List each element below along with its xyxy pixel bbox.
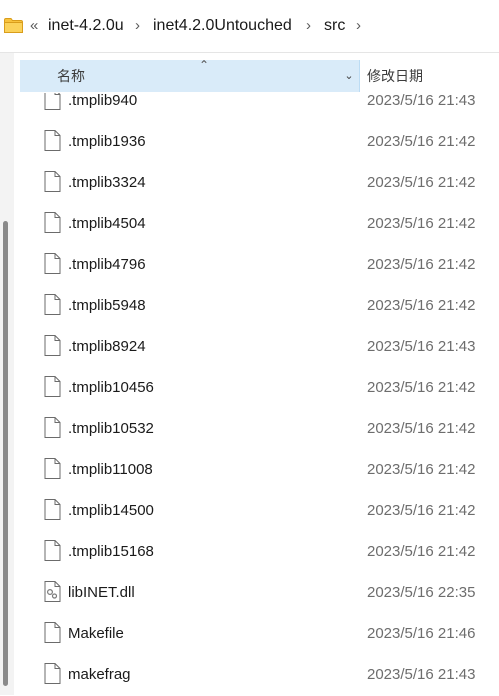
file-row[interactable]: .tmplib4796 2023/5/16 21:42 bbox=[20, 245, 499, 286]
file-date-modified: 2023/5/16 21:42 bbox=[367, 133, 476, 150]
column-header-name-label: 名称 bbox=[57, 68, 85, 84]
file-date-modified: 2023/5/16 21:42 bbox=[367, 297, 476, 314]
file-name: .tmplib8924 bbox=[68, 338, 146, 355]
file-row[interactable]: libINET.dll 2023/5/16 22:35 bbox=[20, 573, 499, 614]
file-date-modified: 2023/5/16 21:42 bbox=[367, 256, 476, 273]
file-date-modified: 2023/5/16 21:43 bbox=[367, 92, 476, 109]
file-icon bbox=[44, 417, 61, 438]
file-name: makefrag bbox=[68, 666, 131, 683]
chevron-down-icon[interactable]: ⌄ bbox=[341, 69, 357, 83]
address-bar-divider bbox=[0, 52, 499, 53]
file-icon bbox=[44, 499, 61, 520]
file-icon bbox=[44, 253, 61, 274]
file-name: .tmplib10456 bbox=[68, 379, 154, 396]
file-row[interactable]: .tmplib8924 2023/5/16 21:43 bbox=[20, 327, 499, 368]
file-date-modified: 2023/5/16 21:42 bbox=[367, 215, 476, 232]
column-header-name[interactable]: 名称 ⌃ ⌄ bbox=[20, 58, 360, 92]
file-row[interactable]: .tmplib10532 2023/5/16 21:42 bbox=[20, 409, 499, 450]
file-icon bbox=[44, 212, 61, 233]
file-row[interactable]: Makefile 2023/5/16 21:46 bbox=[20, 614, 499, 655]
breadcrumb-separator[interactable]: › bbox=[135, 15, 140, 37]
file-name: libINET.dll bbox=[68, 584, 135, 601]
folder-icon bbox=[4, 18, 23, 33]
file-icon bbox=[44, 458, 61, 479]
breadcrumb-item-inet[interactable]: inet-4.2.0u bbox=[48, 15, 124, 37]
file-row[interactable]: .tmplib3324 2023/5/16 21:42 bbox=[20, 163, 499, 204]
file-name: .tmplib1936 bbox=[68, 133, 146, 150]
file-name: .tmplib4796 bbox=[68, 256, 146, 273]
breadcrumb-item-src[interactable]: src bbox=[324, 15, 345, 37]
breadcrumb-separator[interactable]: › bbox=[306, 15, 311, 37]
file-date-modified: 2023/5/16 21:46 bbox=[367, 625, 476, 642]
dll-file-icon bbox=[44, 581, 61, 602]
file-row[interactable]: .tmplib14500 2023/5/16 21:42 bbox=[20, 491, 499, 532]
file-row[interactable]: .tmplib5948 2023/5/16 21:42 bbox=[20, 286, 499, 327]
breadcrumb-overflow-button[interactable]: « bbox=[30, 15, 38, 37]
file-name: .tmplib15168 bbox=[68, 543, 154, 560]
file-date-modified: 2023/5/16 21:42 bbox=[367, 461, 476, 478]
file-date-modified: 2023/5/16 21:42 bbox=[367, 420, 476, 437]
file-name: .tmplib14500 bbox=[68, 502, 154, 519]
file-icon bbox=[44, 93, 61, 110]
address-bar[interactable]: « inet-4.2.0u › inet4.2.0Untouched › src… bbox=[0, 0, 499, 52]
file-row[interactable]: makefrag 2023/5/16 21:43 bbox=[20, 655, 499, 696]
sort-ascending-icon: ⌃ bbox=[199, 58, 210, 72]
file-row[interactable]: .tmplib11008 2023/5/16 21:42 bbox=[20, 450, 499, 491]
file-date-modified: 2023/5/16 21:42 bbox=[367, 174, 476, 191]
file-date-modified: 2023/5/16 21:43 bbox=[367, 666, 476, 683]
file-date-modified: 2023/5/16 21:43 bbox=[367, 338, 476, 355]
file-date-modified: 2023/5/16 21:42 bbox=[367, 502, 476, 519]
file-name: .tmplib3324 bbox=[68, 174, 146, 191]
file-row[interactable]: .tmplib10456 2023/5/16 21:42 bbox=[20, 368, 499, 409]
file-icon bbox=[44, 663, 61, 684]
file-name: .tmplib10532 bbox=[68, 420, 154, 437]
file-icon bbox=[44, 540, 61, 561]
scrollbar-thumb[interactable] bbox=[3, 221, 8, 686]
file-name: .tmplib11008 bbox=[68, 461, 153, 478]
file-icon bbox=[44, 130, 61, 151]
scrollbar-track[interactable] bbox=[0, 53, 14, 695]
file-date-modified: 2023/5/16 22:35 bbox=[367, 584, 476, 601]
column-header-date-modified[interactable]: 修改日期 bbox=[367, 67, 423, 85]
file-name: Makefile bbox=[68, 625, 124, 642]
breadcrumb-separator[interactable]: › bbox=[356, 15, 361, 37]
file-icon bbox=[44, 376, 61, 397]
file-icon bbox=[44, 171, 61, 192]
file-name: .tmplib940 bbox=[68, 92, 138, 109]
breadcrumb-item-inet-untouched[interactable]: inet4.2.0Untouched bbox=[153, 15, 292, 37]
file-date-modified: 2023/5/16 21:42 bbox=[367, 543, 476, 560]
file-row[interactable]: .tmplib1936 2023/5/16 21:42 bbox=[20, 122, 499, 163]
file-icon bbox=[44, 622, 61, 643]
file-date-modified: 2023/5/16 21:42 bbox=[367, 379, 476, 396]
file-icon bbox=[44, 294, 61, 315]
file-row[interactable]: .tmplib4504 2023/5/16 21:42 bbox=[20, 204, 499, 245]
file-icon bbox=[44, 335, 61, 356]
file-row[interactable]: .tmplib15168 2023/5/16 21:42 bbox=[20, 532, 499, 573]
file-name: .tmplib4504 bbox=[68, 215, 146, 232]
file-name: .tmplib5948 bbox=[68, 297, 146, 314]
